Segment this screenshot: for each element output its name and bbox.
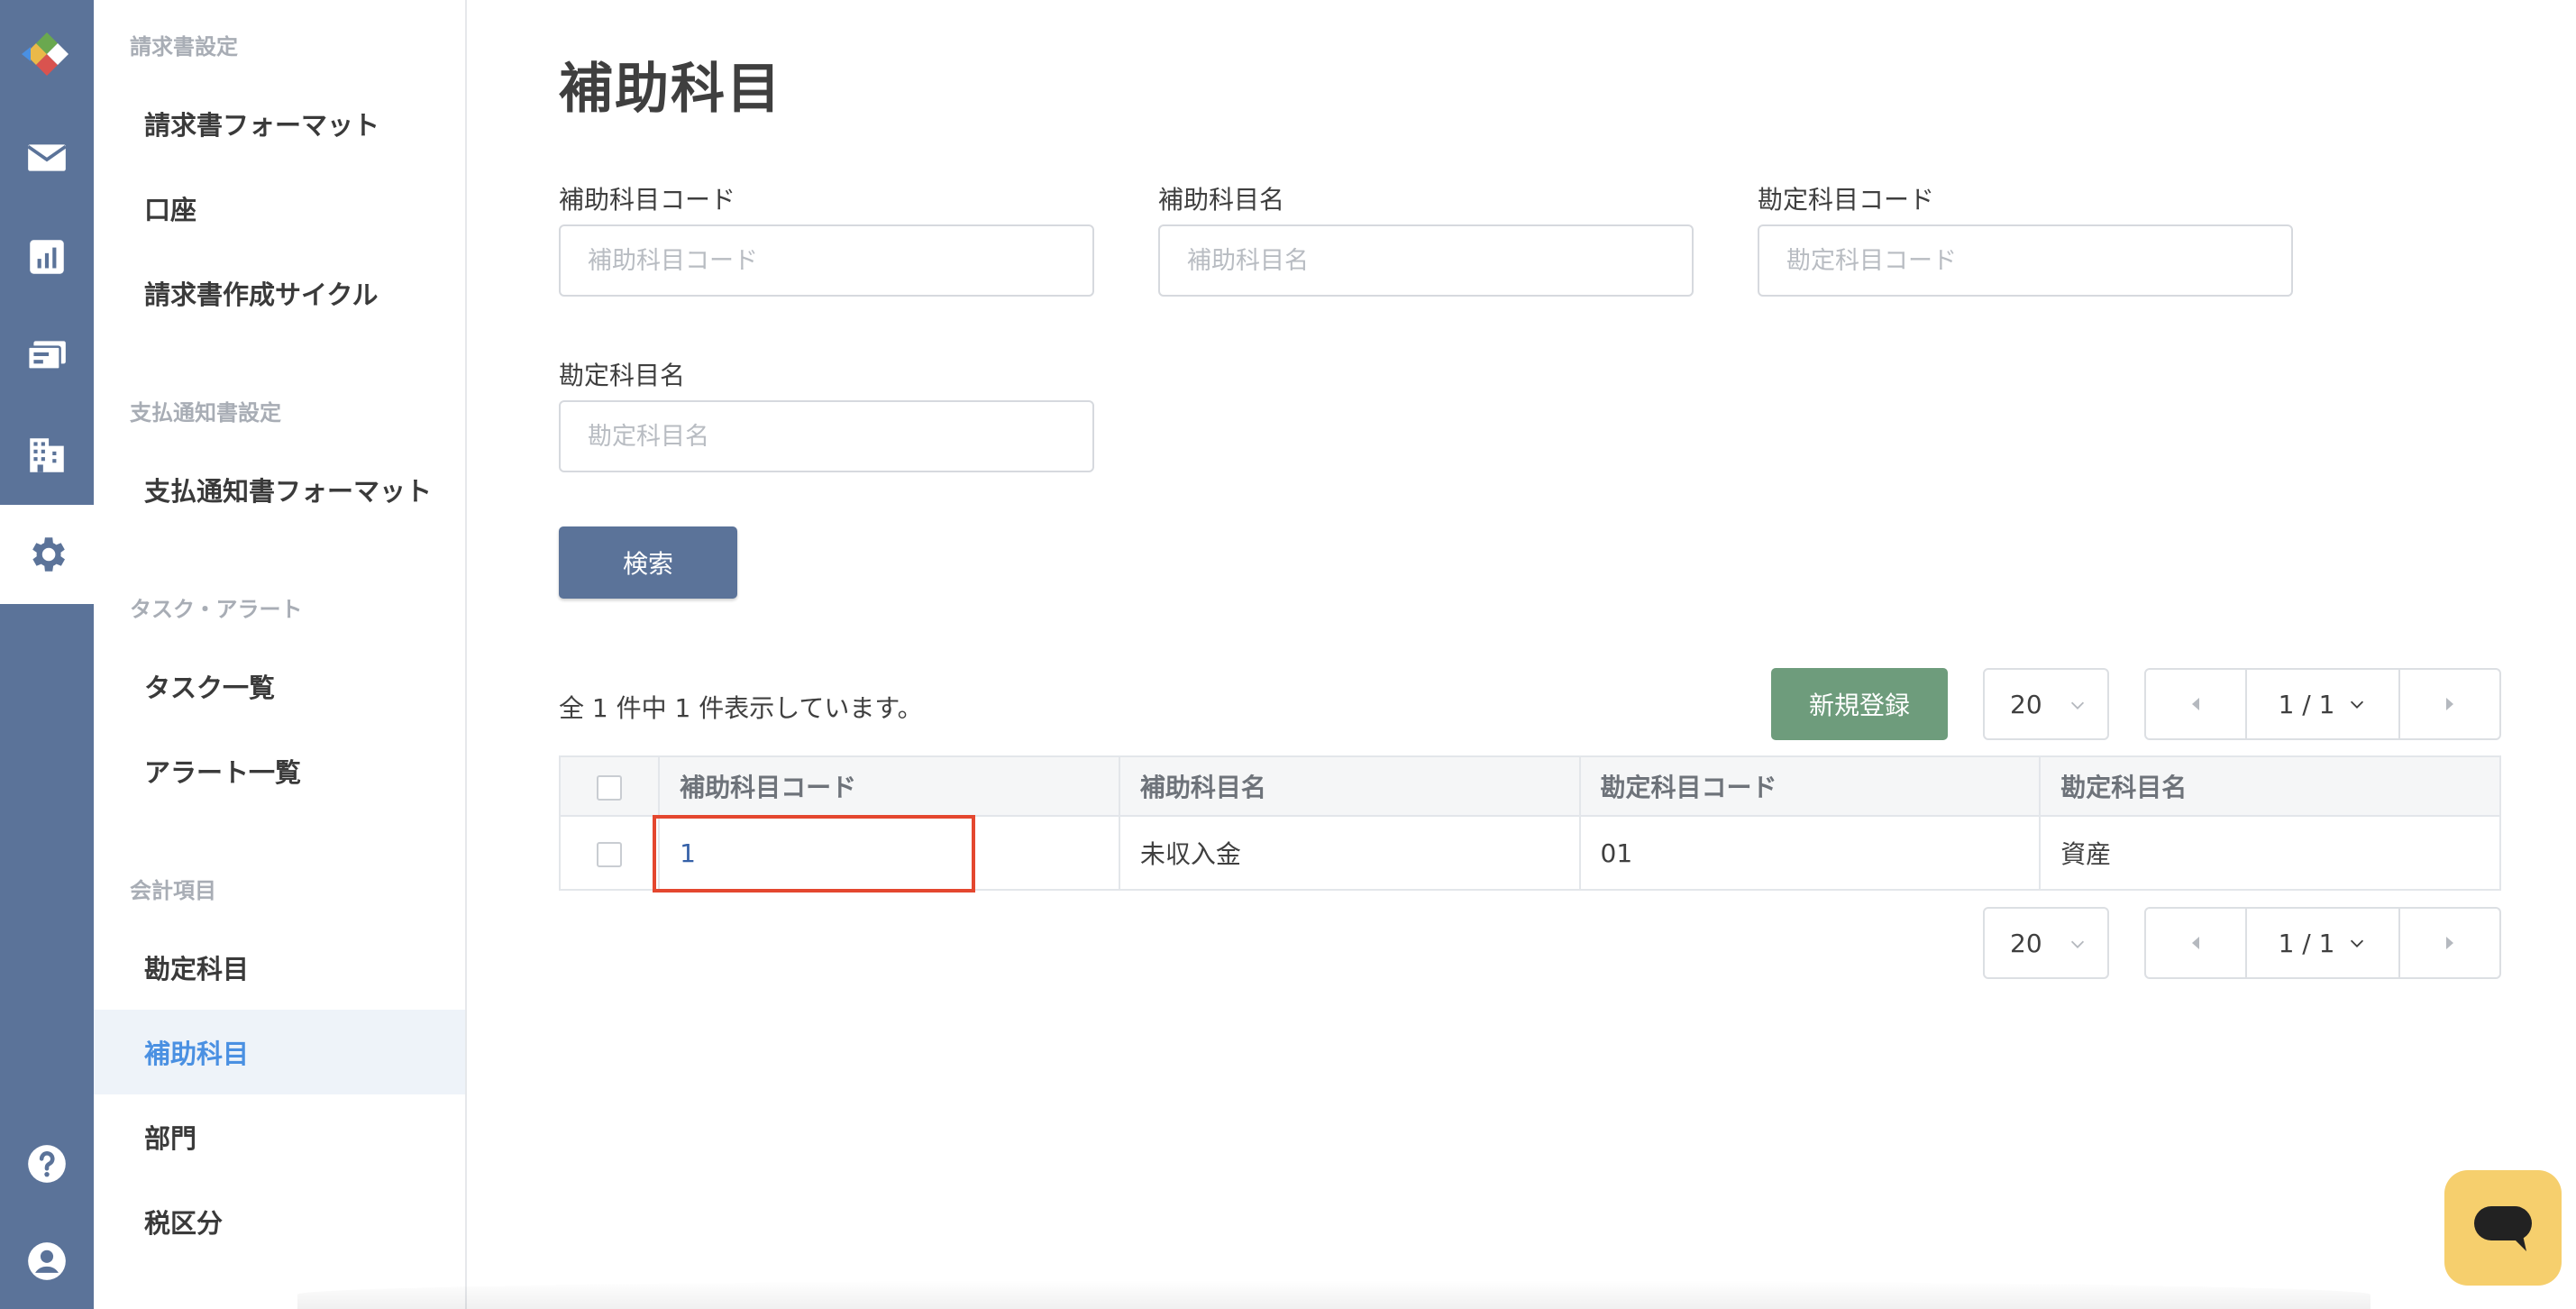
column-header-sub-account-code[interactable]: 補助科目コード [658, 755, 1120, 817]
rail-mail-button[interactable] [0, 108, 94, 207]
chat-widget-button[interactable] [2444, 1170, 2562, 1286]
caret-left-icon [2192, 937, 2199, 949]
chat-bubble-icon [2474, 1206, 2532, 1251]
sidebar-section-payment-notice-settings: 支払通知書設定 [130, 400, 281, 426]
sidebar-item-bank-account[interactable]: 口座 [94, 166, 465, 251]
next-page-button[interactable] [2400, 909, 2499, 977]
page-indicator: 1 / 1 [2278, 928, 2335, 958]
report-chart-icon [30, 240, 64, 274]
payment-icon [26, 341, 66, 371]
rail-company-button[interactable] [0, 406, 94, 505]
rail-payment-button[interactable] [0, 307, 94, 406]
caret-right-icon [2446, 698, 2453, 710]
account-code-input[interactable] [1758, 224, 2293, 297]
pagination-bottom: 1 / 1 [2144, 907, 2501, 979]
pagination-top: 1 / 1 [2144, 668, 2501, 740]
account-code-label: 勘定科目コード [1758, 185, 1935, 215]
sidebar-item-departments[interactable]: 部門 [94, 1094, 465, 1179]
column-header-sub-account-name[interactable]: 補助科目名 [1118, 755, 1581, 817]
bottom-shadow [297, 1280, 2370, 1309]
page-select[interactable]: 1 / 1 [2245, 909, 2400, 977]
building-icon [30, 438, 64, 472]
row-checkbox[interactable] [597, 841, 623, 867]
sub-account-code-label: 補助科目コード [559, 185, 736, 215]
row-select-cell [558, 815, 661, 891]
sub-account-name-input[interactable] [1158, 224, 1694, 297]
new-registration-button[interactable]: 新規登録 [1771, 668, 1948, 740]
help-icon [28, 1145, 66, 1183]
gear-icon [32, 537, 65, 572]
column-header-account-code[interactable]: 勘定科目コード [1578, 755, 2042, 817]
rail-help-button[interactable] [0, 1114, 94, 1213]
sub-accounts-table: 補助科目コード 補助科目名 勘定科目コード 勘定科目名 1 未収入金 01 資産 [558, 755, 2501, 892]
sub-account-name-cell: 未収入金 [1118, 815, 1581, 891]
highlight-box [653, 815, 976, 892]
prev-page-button[interactable] [2146, 670, 2245, 738]
rail-account-button[interactable] [0, 1212, 94, 1309]
sidebar-item-invoice-cycle[interactable]: 請求書作成サイクル [94, 251, 465, 335]
search-button[interactable]: 検索 [559, 526, 737, 599]
prev-page-button[interactable] [2146, 909, 2245, 977]
per-page-value: 20 [2010, 689, 2042, 719]
icon-rail [0, 0, 94, 1309]
sidebar-item-accounts[interactable]: 勘定科目 [94, 925, 465, 1010]
sidebar-section-accounting: 会計項目 [130, 878, 216, 903]
page-select[interactable]: 1 / 1 [2245, 670, 2400, 738]
sidebar-item-task-list[interactable]: タスク一覧 [94, 644, 465, 728]
sidebar-section-task-alert: タスク・アラート [130, 597, 303, 622]
select-all-checkbox[interactable] [597, 774, 623, 801]
app-logo-icon[interactable] [16, 27, 76, 81]
select-all-cell [558, 755, 661, 817]
per-page-select-bottom[interactable]: 20 [1983, 907, 2109, 979]
sidebar-item-payment-notice-format[interactable]: 支払通知書フォーマット [94, 447, 465, 532]
caret-right-icon [2446, 937, 2453, 949]
result-count-text: 全 1 件中 1 件表示しています。 [559, 693, 923, 723]
sub-account-code-cell: 1 [653, 815, 1120, 892]
sidebar-item-invoice-format[interactable]: 請求書フォーマット [94, 81, 465, 166]
chevron-down-icon [2351, 700, 2364, 709]
main-content: 補助科目 補助科目コード 補助科目名 勘定科目コード 勘定科目名 検索 全 1 … [467, 0, 2576, 1309]
column-header-account-name[interactable]: 勘定科目名 [2039, 755, 2501, 817]
next-page-button[interactable] [2400, 670, 2499, 738]
table-row: 1 未収入金 01 資産 [558, 815, 2501, 892]
table-header-row: 補助科目コード 補助科目名 勘定科目コード 勘定科目名 [558, 755, 2501, 817]
sub-account-code-link[interactable]: 1 [680, 838, 696, 868]
account-name-input[interactable] [559, 400, 1094, 472]
account-icon [28, 1242, 66, 1280]
account-name-cell: 資産 [2039, 815, 2501, 891]
sidebar-item-alert-list[interactable]: アラート一覧 [94, 728, 465, 813]
rail-report-button[interactable] [0, 207, 94, 307]
account-code-cell: 01 [1578, 815, 2042, 891]
sub-account-name-label: 補助科目名 [1158, 185, 1285, 215]
chevron-down-icon [2070, 940, 2085, 948]
settings-sidebar: 請求書設定 請求書フォーマット 口座 請求書作成サイクル 支払通知書設定 支払通… [94, 0, 467, 1309]
chevron-down-icon [2351, 939, 2364, 947]
rail-settings-button[interactable] [0, 505, 94, 604]
page-indicator: 1 / 1 [2278, 689, 2335, 719]
account-name-label: 勘定科目名 [559, 361, 686, 390]
sub-account-code-input[interactable] [559, 224, 1094, 297]
per-page-value: 20 [2010, 928, 2042, 958]
mail-icon [27, 144, 67, 171]
page-title: 補助科目 [559, 58, 782, 121]
caret-left-icon [2192, 698, 2199, 710]
per-page-select-top[interactable]: 20 [1983, 668, 2109, 740]
chevron-down-icon [2070, 701, 2085, 709]
sidebar-item-sub-accounts[interactable]: 補助科目 [94, 1010, 465, 1094]
sidebar-section-invoice-settings: 請求書設定 [130, 34, 238, 60]
sidebar-item-tax-categories[interactable]: 税区分 [94, 1179, 465, 1264]
